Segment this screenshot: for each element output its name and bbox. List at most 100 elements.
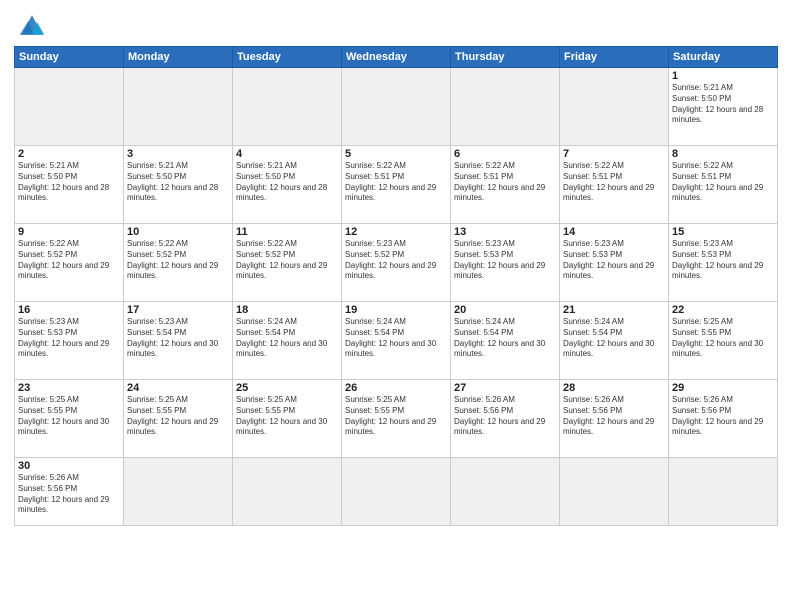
day-number: 20 xyxy=(454,304,556,316)
day-number: 17 xyxy=(127,304,229,316)
day-info: Sunrise: 5:22 AMSunset: 5:51 PMDaylight:… xyxy=(454,161,556,204)
sunset-label: Sunset: xyxy=(236,328,263,337)
calendar-cell xyxy=(124,458,233,526)
calendar-cell xyxy=(15,68,124,146)
sunrise-label: Sunrise: xyxy=(127,161,156,170)
calendar-cell: 20Sunrise: 5:24 AMSunset: 5:54 PMDayligh… xyxy=(451,302,560,380)
calendar-week-row: 2 Sunrise: 5:21 AMSunset: 5:50 PMDaylight… xyxy=(15,146,778,224)
day-info: Sunrise: 5:22 AMSunset: 5:52 PMDaylight:… xyxy=(127,239,229,282)
daylight-label: Daylight: xyxy=(18,417,49,426)
calendar-cell: 11Sunrise: 5:22 AMSunset: 5:52 PMDayligh… xyxy=(233,224,342,302)
sunset-label: Sunset: xyxy=(127,406,154,415)
logo xyxy=(14,10,54,40)
sunrise-label: Sunrise: xyxy=(18,395,47,404)
daylight-label: Daylight: xyxy=(672,105,703,114)
calendar-week-row: 30Sunrise: 5:26 AMSunset: 5:56 PMDayligh… xyxy=(15,458,778,526)
day-info: Sunrise: 5:26 AMSunset: 5:56 PMDaylight:… xyxy=(18,473,120,516)
day-info: Sunrise: 5:22 AMSunset: 5:51 PMDaylight:… xyxy=(672,161,774,204)
calendar-cell: 6Sunrise: 5:22 AMSunset: 5:51 PMDaylight… xyxy=(451,146,560,224)
day-info: Sunrise: 5:21 AMSunset: 5:50 PMDaylight:… xyxy=(127,161,229,204)
sunset-label: Sunset: xyxy=(345,250,372,259)
day-number: 21 xyxy=(563,304,665,316)
daylight-label: Daylight: xyxy=(236,417,267,426)
sunset-label: Sunset: xyxy=(672,406,699,415)
sunset-label: Sunset: xyxy=(236,406,263,415)
day-number: 30 xyxy=(18,460,120,472)
day-info: Sunrise: 5:24 AMSunset: 5:54 PMDaylight:… xyxy=(454,317,556,360)
calendar-cell xyxy=(560,458,669,526)
day-number: 27 xyxy=(454,382,556,394)
day-info: Sunrise: 5:21 AMSunset: 5:50 PMDaylight:… xyxy=(672,83,774,126)
logo-icon xyxy=(14,10,50,40)
calendar-cell: 18Sunrise: 5:24 AMSunset: 5:54 PMDayligh… xyxy=(233,302,342,380)
daylight-label: Daylight: xyxy=(672,183,703,192)
sunset-label: Sunset: xyxy=(672,94,699,103)
daylight-label: Daylight: xyxy=(672,417,703,426)
sunrise-label: Sunrise: xyxy=(672,395,701,404)
calendar-cell xyxy=(669,458,778,526)
calendar-table: SundayMondayTuesdayWednesdayThursdayFrid… xyxy=(14,46,778,526)
calendar-cell: 2Sunrise: 5:21 AMSunset: 5:50 PMDaylight… xyxy=(15,146,124,224)
calendar-week-row: 9Sunrise: 5:22 AMSunset: 5:52 PMDaylight… xyxy=(15,224,778,302)
calendar-cell: 9Sunrise: 5:22 AMSunset: 5:52 PMDaylight… xyxy=(15,224,124,302)
calendar-cell: 15Sunrise: 5:23 AMSunset: 5:53 PMDayligh… xyxy=(669,224,778,302)
calendar-cell: 13Sunrise: 5:23 AMSunset: 5:53 PMDayligh… xyxy=(451,224,560,302)
sunset-label: Sunset: xyxy=(236,172,263,181)
day-number: 22 xyxy=(672,304,774,316)
sunrise-label: Sunrise: xyxy=(345,317,374,326)
day-number: 11 xyxy=(236,226,338,238)
sunrise-label: Sunrise: xyxy=(18,473,47,482)
daylight-label: Daylight: xyxy=(563,261,594,270)
sunset-label: Sunset: xyxy=(454,328,481,337)
sunrise-label: Sunrise: xyxy=(345,239,374,248)
day-info: Sunrise: 5:23 AMSunset: 5:53 PMDaylight:… xyxy=(672,239,774,282)
calendar-cell: 30Sunrise: 5:26 AMSunset: 5:56 PMDayligh… xyxy=(15,458,124,526)
sunrise-label: Sunrise: xyxy=(236,317,265,326)
daylight-label: Daylight: xyxy=(236,339,267,348)
sunrise-label: Sunrise: xyxy=(454,239,483,248)
sunset-label: Sunset: xyxy=(236,250,263,259)
daylight-label: Daylight: xyxy=(127,183,158,192)
day-info: Sunrise: 5:22 AMSunset: 5:51 PMDaylight:… xyxy=(563,161,665,204)
daylight-label: Daylight: xyxy=(345,417,376,426)
daylight-label: Daylight: xyxy=(345,339,376,348)
sunset-label: Sunset: xyxy=(18,406,45,415)
calendar-cell: 26Sunrise: 5:25 AMSunset: 5:55 PMDayligh… xyxy=(342,380,451,458)
calendar-cell: 5Sunrise: 5:22 AMSunset: 5:51 PMDaylight… xyxy=(342,146,451,224)
sunset-label: Sunset: xyxy=(563,328,590,337)
sunrise-label: Sunrise: xyxy=(563,161,592,170)
day-info: Sunrise: 5:23 AMSunset: 5:53 PMDaylight:… xyxy=(454,239,556,282)
daylight-label: Daylight: xyxy=(454,261,485,270)
col-header-wednesday: Wednesday xyxy=(342,47,451,68)
day-number: 6 xyxy=(454,148,556,160)
day-number: 2 xyxy=(18,148,120,160)
day-info: Sunrise: 5:25 AMSunset: 5:55 PMDaylight:… xyxy=(672,317,774,360)
calendar-week-row: 23Sunrise: 5:25 AMSunset: 5:55 PMDayligh… xyxy=(15,380,778,458)
calendar-cell: 3Sunrise: 5:21 AMSunset: 5:50 PMDaylight… xyxy=(124,146,233,224)
daylight-label: Daylight: xyxy=(127,417,158,426)
daylight-label: Daylight: xyxy=(563,417,594,426)
sunset-label: Sunset: xyxy=(672,172,699,181)
sunset-label: Sunset: xyxy=(454,250,481,259)
calendar-cell xyxy=(342,458,451,526)
sunset-label: Sunset: xyxy=(127,328,154,337)
daylight-label: Daylight: xyxy=(236,261,267,270)
calendar-cell: 27Sunrise: 5:26 AMSunset: 5:56 PMDayligh… xyxy=(451,380,560,458)
day-number: 1 xyxy=(672,70,774,82)
daylight-label: Daylight: xyxy=(18,183,49,192)
daylight-label: Daylight: xyxy=(236,183,267,192)
calendar-header-row: SundayMondayTuesdayWednesdayThursdayFrid… xyxy=(15,47,778,68)
sunrise-label: Sunrise: xyxy=(236,239,265,248)
day-info: Sunrise: 5:25 AMSunset: 5:55 PMDaylight:… xyxy=(127,395,229,438)
calendar-cell: 24Sunrise: 5:25 AMSunset: 5:55 PMDayligh… xyxy=(124,380,233,458)
day-info: Sunrise: 5:24 AMSunset: 5:54 PMDaylight:… xyxy=(236,317,338,360)
day-number: 26 xyxy=(345,382,447,394)
day-info: Sunrise: 5:25 AMSunset: 5:55 PMDaylight:… xyxy=(18,395,120,438)
day-number: 16 xyxy=(18,304,120,316)
day-info: Sunrise: 5:26 AMSunset: 5:56 PMDaylight:… xyxy=(454,395,556,438)
day-number: 8 xyxy=(672,148,774,160)
day-number: 5 xyxy=(345,148,447,160)
day-info: Sunrise: 5:22 AMSunset: 5:51 PMDaylight:… xyxy=(345,161,447,204)
daylight-label: Daylight: xyxy=(127,339,158,348)
daylight-label: Daylight: xyxy=(18,261,49,270)
